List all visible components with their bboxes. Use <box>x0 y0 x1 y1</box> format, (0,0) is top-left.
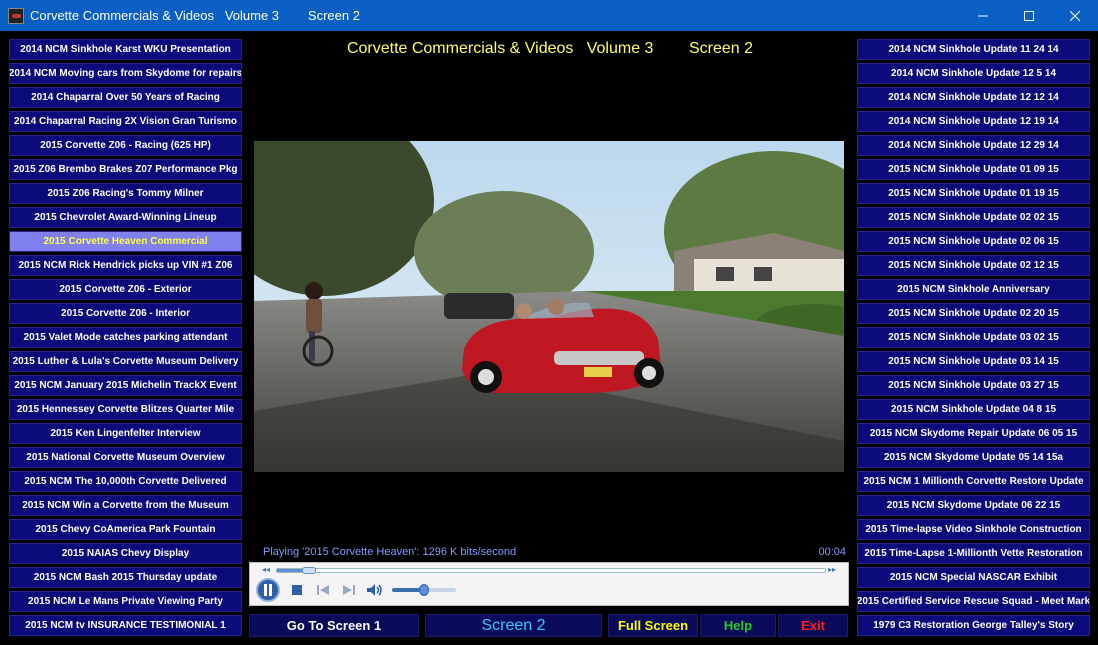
right-video-button[interactable]: 2015 Time-Lapse 1-Millionth Vette Restor… <box>857 543 1090 564</box>
left-video-button[interactable]: 2015 Corvette Z06 - Exterior <box>9 279 242 300</box>
right-video-button[interactable]: 2015 NCM Skydome Repair Update 06 05 15 <box>857 423 1090 444</box>
left-video-button[interactable]: 2015 Ken Lingenfelter Interview <box>9 423 242 444</box>
seek-thumb[interactable] <box>302 567 317 574</box>
volume-icon[interactable] <box>366 581 384 599</box>
right-video-button[interactable]: 1979 C3 Restoration George Talley's Stor… <box>857 615 1090 636</box>
right-video-button[interactable]: 2015 NCM Sinkhole Update 03 02 15 <box>857 327 1090 348</box>
minimize-icon[interactable] <box>960 0 1006 31</box>
right-video-button[interactable]: 2015 NCM Sinkhole Update 04 8 15 <box>857 399 1090 420</box>
left-video-button[interactable]: 2014 Chaparral Over 50 Years of Racing <box>9 87 242 108</box>
right-video-button[interactable]: 2015 NCM Sinkhole Update 01 09 15 <box>857 159 1090 180</box>
app-icon <box>8 7 24 24</box>
left-video-button[interactable]: 2015 Corvette Z06 - Racing (625 HP) <box>9 135 242 156</box>
right-video-button[interactable]: 2014 NCM Sinkhole Update 12 19 14 <box>857 111 1090 132</box>
left-video-button[interactable]: 2015 Corvette Heaven Commercial <box>9 231 242 252</box>
left-video-list: 2014 NCM Sinkhole Karst WKU Presentation… <box>9 39 242 639</box>
screen-label: Screen 2 <box>425 614 602 637</box>
title-bar: Corvette Commercials & Videos Volume 3 S… <box>0 0 1098 31</box>
maximize-icon[interactable] <box>1006 0 1052 31</box>
left-video-button[interactable]: 2015 Corvette Z06 - Interior <box>9 303 242 324</box>
volume-thumb[interactable] <box>419 584 429 596</box>
left-video-button[interactable]: 2014 NCM Sinkhole Karst WKU Presentation <box>9 39 242 60</box>
right-video-button[interactable]: 2015 Certified Service Rescue Squad - Me… <box>857 591 1090 612</box>
right-video-button[interactable]: 2014 NCM Sinkhole Update 12 29 14 <box>857 135 1090 156</box>
right-video-button[interactable]: 2014 NCM Sinkhole Update 12 12 14 <box>857 87 1090 108</box>
seek-row: ◂◂ ▸▸ <box>256 565 842 575</box>
window-title: Corvette Commercials & Videos Volume 3 S… <box>30 8 360 23</box>
right-video-button[interactable]: 2014 NCM Sinkhole Update 12 5 14 <box>857 63 1090 84</box>
left-video-button[interactable]: 2015 Hennessey Corvette Blitzes Quarter … <box>9 399 242 420</box>
right-video-button[interactable]: 2015 NCM Sinkhole Update 02 02 15 <box>857 207 1090 228</box>
right-video-button[interactable]: 2015 NCM Skydome Update 05 14 15a <box>857 447 1090 468</box>
left-video-button[interactable]: 2015 NCM January 2015 Michelin TrackX Ev… <box>9 375 242 396</box>
left-video-button[interactable]: 2015 NCM Le Mans Private Viewing Party <box>9 591 242 612</box>
right-video-button[interactable]: 2015 NCM Sinkhole Update 02 12 15 <box>857 255 1090 276</box>
playback-time: 00:04 <box>818 546 846 558</box>
left-video-button[interactable]: 2014 Chaparral Racing 2X Vision Gran Tur… <box>9 111 242 132</box>
right-video-button[interactable]: 2015 NCM Special NASCAR Exhibit <box>857 567 1090 588</box>
media-player-controls: ◂◂ ▸▸ <box>249 562 849 606</box>
right-video-button[interactable]: 2014 NCM Sinkhole Update 11 24 14 <box>857 39 1090 60</box>
right-video-button[interactable]: 2015 NCM Skydome Update 06 22 15 <box>857 495 1090 516</box>
right-video-button[interactable]: 2015 NCM Sinkhole Update 03 27 15 <box>857 375 1090 396</box>
window-controls <box>960 0 1098 31</box>
right-video-button[interactable]: 2015 NCM Sinkhole Update 03 14 15 <box>857 351 1090 372</box>
left-video-button[interactable]: 2015 National Corvette Museum Overview <box>9 447 242 468</box>
full-screen-button[interactable]: Full Screen <box>608 614 698 637</box>
right-video-button[interactable]: 2015 Time-lapse Video Sinkhole Construct… <box>857 519 1090 540</box>
pause-icon[interactable] <box>256 578 280 602</box>
playback-status: Playing '2015 Corvette Heaven': 1296 K b… <box>263 546 848 558</box>
left-video-button[interactable]: 2015 Chevy CoAmerica Park Fountain <box>9 519 242 540</box>
transport-controls <box>256 577 456 603</box>
volume-slider[interactable] <box>392 584 456 596</box>
previous-icon[interactable] <box>314 581 332 599</box>
left-video-button[interactable]: 2015 Z06 Racing's Tommy Milner <box>9 183 242 204</box>
left-video-button[interactable]: 2015 Valet Mode catches parking attendan… <box>9 327 242 348</box>
rewind-icon[interactable]: ◂◂ <box>262 565 270 575</box>
video-frame[interactable] <box>254 141 844 472</box>
right-video-button[interactable]: 2015 NCM Sinkhole Update 02 06 15 <box>857 231 1090 252</box>
left-video-button[interactable]: 2015 Luther & Lula's Corvette Museum Del… <box>9 351 242 372</box>
left-video-button[interactable]: 2015 Chevrolet Award-Winning Lineup <box>9 207 242 228</box>
right-video-button[interactable]: 2015 NCM 1 Millionth Corvette Restore Up… <box>857 471 1090 492</box>
close-icon[interactable] <box>1052 0 1098 31</box>
left-video-button[interactable]: 2015 NCM Bash 2015 Thursday update <box>9 567 242 588</box>
left-video-button[interactable]: 2015 NCM Rick Hendrick picks up VIN #1 Z… <box>9 255 242 276</box>
left-video-button[interactable]: 2014 NCM Moving cars from Skydome for re… <box>9 63 242 84</box>
video-still <box>254 141 844 472</box>
exit-button[interactable]: Exit <box>778 614 848 637</box>
stop-icon[interactable] <box>288 581 306 599</box>
fast-forward-icon[interactable]: ▸▸ <box>828 565 836 575</box>
right-video-button[interactable]: 2015 NCM Sinkhole Anniversary <box>857 279 1090 300</box>
next-icon[interactable] <box>340 581 358 599</box>
left-video-button[interactable]: 2015 NCM The 10,000th Corvette Delivered <box>9 471 242 492</box>
status-text: Playing '2015 Corvette Heaven': 1296 K b… <box>263 546 517 558</box>
seek-bar[interactable] <box>276 567 826 574</box>
screen-heading: Corvette Commercials & Videos Volume 3 S… <box>346 40 754 57</box>
right-video-list: 2014 NCM Sinkhole Update 11 24 14 2014 NC… <box>857 39 1090 639</box>
seek-progress <box>277 569 305 572</box>
left-video-button[interactable]: 2015 Z06 Brembo Brakes Z07 Performance P… <box>9 159 242 180</box>
left-video-button[interactable]: 2015 NAIAS Chevy Display <box>9 543 242 564</box>
go-to-screen-1-button[interactable]: Go To Screen 1 <box>249 614 419 637</box>
left-video-button[interactable]: 2015 NCM tv INSURANCE TESTIMONIAL 1 <box>9 615 242 636</box>
left-video-button[interactable]: 2015 NCM Win a Corvette from the Museum <box>9 495 242 516</box>
right-video-button[interactable]: 2015 NCM Sinkhole Update 02 20 15 <box>857 303 1090 324</box>
right-video-button[interactable]: 2015 NCM Sinkhole Update 01 19 15 <box>857 183 1090 204</box>
help-button[interactable]: Help <box>700 614 776 637</box>
